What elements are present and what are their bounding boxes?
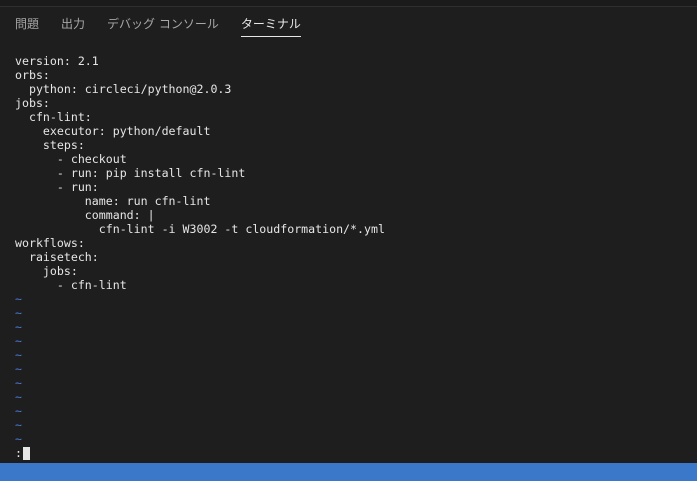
empty-line-tilde: ~	[15, 432, 22, 446]
empty-line-tilde: ~	[15, 320, 22, 334]
command-prompt: :	[15, 446, 22, 460]
tab-problems[interactable]: 問題	[15, 7, 39, 37]
terminal-line: command: |	[15, 208, 155, 222]
terminal-line: jobs:	[15, 96, 50, 110]
terminal-line: workflows:	[15, 236, 85, 250]
terminal-line: - cfn-lint	[15, 278, 127, 292]
empty-line-tilde: ~	[15, 348, 22, 362]
terminal-content: version: 2.1 orbs: python: circleci/pyth…	[15, 54, 385, 460]
empty-line-tilde: ~	[15, 334, 22, 348]
terminal-line: cfn-lint -i W3002 -t cloudformation/*.ym…	[15, 222, 385, 236]
terminal-panel[interactable]: version: 2.1 orbs: python: circleci/pyth…	[0, 46, 697, 463]
terminal-line: - run: pip install cfn-lint	[15, 166, 246, 180]
tab-terminal[interactable]: ターミナル	[240, 7, 301, 37]
status-bar	[0, 463, 697, 481]
terminal-line: executor: python/default	[15, 124, 211, 138]
terminal-line: steps:	[15, 138, 85, 152]
empty-line-tilde: ~	[15, 390, 22, 404]
terminal-line: version: 2.1	[15, 54, 99, 68]
panel-tabs: 問題 出力 デバッグ コンソール ターミナル	[0, 7, 697, 39]
terminal-line: name: run cfn-lint	[15, 194, 211, 208]
terminal-line: - checkout	[15, 152, 127, 166]
terminal-line: python: circleci/python@2.0.3	[15, 82, 232, 96]
terminal-line: raisetech:	[15, 250, 99, 264]
vim-command-line[interactable]: :	[15, 446, 385, 460]
empty-line-tilde: ~	[15, 404, 22, 418]
tab-output[interactable]: 出力	[61, 7, 85, 37]
terminal-line: orbs:	[15, 68, 50, 82]
window-top-edge	[0, 0, 697, 7]
empty-line-tilde: ~	[15, 376, 22, 390]
empty-line-tilde: ~	[15, 418, 22, 432]
empty-line-tilde: ~	[15, 292, 22, 306]
terminal-line: - run:	[15, 180, 99, 194]
terminal-line: jobs:	[15, 264, 78, 278]
text-cursor	[22, 446, 30, 460]
empty-line-tilde: ~	[15, 306, 22, 320]
tab-debug-console[interactable]: デバッグ コンソール	[107, 7, 219, 37]
empty-line-tilde: ~	[15, 362, 22, 376]
terminal-line: cfn-lint:	[15, 110, 92, 124]
